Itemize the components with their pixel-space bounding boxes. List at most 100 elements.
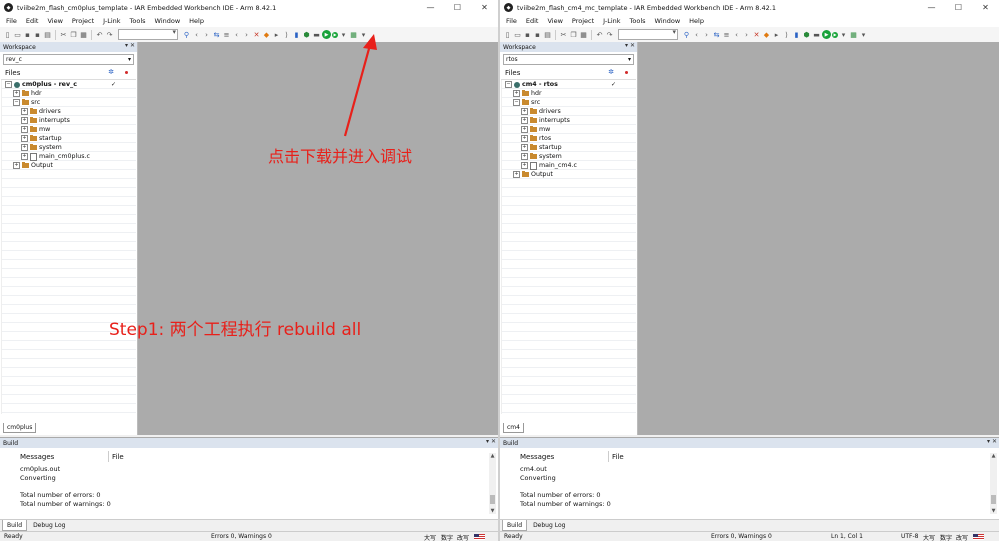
debug-no-download-icon[interactable]: ▶ xyxy=(832,31,838,38)
find-icon[interactable]: ⚲ xyxy=(182,30,191,39)
panel-buttons-icon[interactable]: ▾ ✕ xyxy=(987,438,997,445)
expand-icon[interactable]: + xyxy=(13,162,20,169)
bracket-icon[interactable]: ⟩ xyxy=(282,30,291,39)
nav-forward-icon[interactable]: › xyxy=(742,30,751,39)
menu-help[interactable]: Help xyxy=(186,17,207,25)
expand-icon[interactable]: + xyxy=(21,126,28,133)
nav-forward-icon[interactable]: › xyxy=(242,30,251,39)
find-prev-icon[interactable]: ‹ xyxy=(692,30,701,39)
tree-project-row[interactable]: − cm4 - rtos ✓ xyxy=(502,80,636,89)
compile-icon[interactable]: ▸ xyxy=(272,30,281,39)
expand-icon[interactable]: + xyxy=(521,144,528,151)
file-column-header[interactable]: File xyxy=(112,453,124,461)
more-icon[interactable]: ▾ xyxy=(359,30,368,39)
bookmark-icon[interactable]: ≡ xyxy=(222,30,231,39)
tree-item[interactable]: + startup xyxy=(502,143,636,152)
collapse-icon[interactable]: − xyxy=(513,99,520,106)
download-debug-icon[interactable]: ▶ xyxy=(822,30,831,39)
editor-area[interactable] xyxy=(138,42,498,435)
make-icon[interactable]: ▮ xyxy=(292,30,301,39)
find-next-icon[interactable]: › xyxy=(702,30,711,39)
tree-item[interactable]: + main_cm0plus.c xyxy=(2,152,136,161)
save-icon[interactable]: ▪ xyxy=(523,30,532,39)
menu-edit[interactable]: Edit xyxy=(23,17,42,25)
shield-icon[interactable]: ◆ xyxy=(262,30,271,39)
tree-item[interactable]: + system xyxy=(2,143,136,152)
open-icon[interactable]: ▭ xyxy=(513,30,522,39)
collapse-icon[interactable]: − xyxy=(505,81,512,88)
tree-item[interactable]: + interrupts xyxy=(502,116,636,125)
panel-buttons-icon[interactable]: ▾ ✕ xyxy=(625,42,635,49)
menu-jlink[interactable]: J-Link xyxy=(600,17,623,25)
more-icon[interactable]: ▾ xyxy=(859,30,868,39)
collapse-icon[interactable]: − xyxy=(13,99,20,106)
tab-build[interactable]: Build xyxy=(2,520,28,531)
save-all-icon[interactable]: ▪ xyxy=(33,30,42,39)
shield-icon[interactable]: ◆ xyxy=(762,30,771,39)
undo-icon[interactable]: ↶ xyxy=(595,30,604,39)
debug-no-download-icon[interactable]: ▶ xyxy=(332,31,338,38)
open-icon[interactable]: ▭ xyxy=(13,30,22,39)
tree-item[interactable]: − src xyxy=(2,98,136,107)
scroll-down-icon[interactable]: ▼ xyxy=(489,508,496,514)
file-column-header[interactable]: File xyxy=(612,453,624,461)
goto-icon[interactable]: ⇆ xyxy=(712,30,721,39)
build-scrollbar[interactable]: ▲ ▼ xyxy=(489,453,496,514)
build-scrollbar[interactable]: ▲ ▼ xyxy=(990,453,997,514)
configuration-select[interactable]: rev_c xyxy=(3,54,134,65)
download-options-icon[interactable]: ▾ xyxy=(839,30,848,39)
paste-icon[interactable]: ▦ xyxy=(79,30,88,39)
tree-item[interactable]: + mw xyxy=(502,125,636,134)
project-icon[interactable]: ⬢ xyxy=(802,30,811,39)
download-options-icon[interactable]: ▾ xyxy=(339,30,348,39)
tab-workspace-cm4[interactable]: cm4 xyxy=(503,423,524,433)
menu-project[interactable]: Project xyxy=(569,17,597,25)
layout-icon[interactable]: ▦ xyxy=(849,30,858,39)
panel-buttons-icon[interactable]: ▾ ✕ xyxy=(486,438,496,445)
tree-item[interactable]: + startup xyxy=(2,134,136,143)
gear-icon[interactable]: ✲ xyxy=(108,68,114,76)
minimize-button[interactable]: — xyxy=(918,0,945,15)
configuration-select[interactable]: rtos xyxy=(503,54,634,65)
tree-project-row[interactable]: − cm0plus - rev_c ✓ xyxy=(2,80,136,89)
tree-item[interactable]: + Output xyxy=(502,170,636,179)
menu-project[interactable]: Project xyxy=(69,17,97,25)
tab-debug-log[interactable]: Debug Log xyxy=(529,520,569,531)
find-combo[interactable] xyxy=(118,28,178,40)
menu-view[interactable]: View xyxy=(44,17,65,25)
messages-column-header[interactable]: Messages xyxy=(520,453,554,461)
find-combo[interactable] xyxy=(618,28,678,40)
messages-column-header[interactable]: Messages xyxy=(20,453,54,461)
expand-icon[interactable]: + xyxy=(21,117,28,124)
save-icon[interactable]: ▪ xyxy=(23,30,32,39)
redo-icon[interactable]: ↷ xyxy=(105,30,114,39)
expand-icon[interactable]: + xyxy=(521,153,528,160)
panel-buttons-icon[interactable]: ▾ ✕ xyxy=(125,42,135,49)
expand-icon[interactable]: + xyxy=(513,90,520,97)
scroll-down-icon[interactable]: ▼ xyxy=(990,508,997,514)
tree-item[interactable]: + system xyxy=(502,152,636,161)
close-button[interactable]: ✕ xyxy=(972,0,999,15)
goto-icon[interactable]: ⇆ xyxy=(212,30,221,39)
menu-jlink[interactable]: J-Link xyxy=(100,17,123,25)
menu-view[interactable]: View xyxy=(544,17,565,25)
close-button[interactable]: ✕ xyxy=(471,0,498,15)
expand-icon[interactable]: + xyxy=(513,171,520,178)
download-debug-icon[interactable]: ▶ xyxy=(322,30,331,39)
maximize-button[interactable]: ☐ xyxy=(444,0,471,15)
expand-icon[interactable]: + xyxy=(521,117,528,124)
bracket-icon[interactable]: ⟩ xyxy=(782,30,791,39)
expand-icon[interactable]: + xyxy=(21,108,28,115)
toggle-breakpoint-icon[interactable]: ✕ xyxy=(252,30,261,39)
menu-window[interactable]: Window xyxy=(152,17,184,25)
project-icon[interactable]: ⬢ xyxy=(302,30,311,39)
menu-file[interactable]: File xyxy=(3,17,20,25)
stop-build-icon[interactable]: ▬ xyxy=(312,30,321,39)
menu-file[interactable]: File xyxy=(503,17,520,25)
expand-icon[interactable]: + xyxy=(21,153,28,160)
collapse-icon[interactable]: − xyxy=(5,81,12,88)
copy-icon[interactable]: ❐ xyxy=(69,30,78,39)
gear-icon[interactable]: ✲ xyxy=(608,68,614,76)
tree-item[interactable]: + hdr xyxy=(502,89,636,98)
new-file-icon[interactable]: ▯ xyxy=(503,30,512,39)
